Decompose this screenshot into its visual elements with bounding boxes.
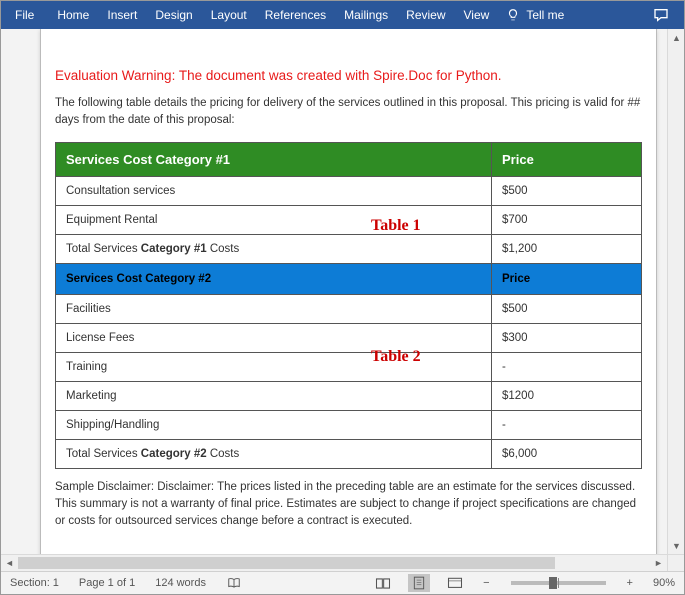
scroll-up-icon[interactable]: ▲ xyxy=(668,29,684,46)
scroll-left-icon[interactable]: ◄ xyxy=(1,555,18,572)
evaluation-warning: Evaluation Warning: The document was cre… xyxy=(55,68,642,83)
zoom-slider[interactable] xyxy=(511,581,606,585)
scroll-down-icon[interactable]: ▼ xyxy=(668,537,684,554)
table-row: Total Services Category #1 Costs$1,200 xyxy=(56,235,642,264)
table-row: Shipping/Handling- xyxy=(56,411,642,440)
table-row: Total Services Category #2 Costs$6,000 xyxy=(56,440,642,469)
zoom-level[interactable]: 90% xyxy=(650,572,678,594)
web-layout-icon xyxy=(447,577,463,590)
col-header-category1: Services Cost Category #1 xyxy=(56,143,492,177)
horizontal-scrollbar[interactable]: ◄ ► xyxy=(1,554,684,571)
workspace: Evaluation Warning: The document was cre… xyxy=(1,29,684,571)
comments-button[interactable] xyxy=(638,1,684,29)
scroll-corner xyxy=(667,555,684,572)
table-row: Facilities$500 xyxy=(56,295,642,324)
tab-layout[interactable]: Layout xyxy=(202,1,256,29)
document-scroll[interactable]: Evaluation Warning: The document was cre… xyxy=(1,29,684,554)
col-header-category2: Services Cost Category #2 xyxy=(56,264,492,295)
zoom-in-button[interactable]: + xyxy=(624,572,636,594)
zoom-slider-handle[interactable] xyxy=(549,577,557,589)
scroll-right-icon[interactable]: ► xyxy=(650,555,667,572)
tab-home[interactable]: Home xyxy=(48,1,98,29)
tab-mailings[interactable]: Mailings xyxy=(335,1,397,29)
status-section[interactable]: Section: 1 xyxy=(7,572,62,594)
zoom-out-button[interactable]: − xyxy=(480,572,492,594)
speech-bubble-icon xyxy=(652,7,670,23)
tab-view[interactable]: View xyxy=(455,1,499,29)
table-row: Training- xyxy=(56,353,642,382)
services-table: Services Cost Category #1 Price Consulta… xyxy=(55,142,642,469)
tab-references[interactable]: References xyxy=(256,1,335,29)
tab-file[interactable]: File xyxy=(1,1,48,29)
lightbulb-icon xyxy=(506,8,520,22)
tell-me[interactable]: Tell me xyxy=(498,1,572,29)
tell-me-label: Tell me xyxy=(526,8,564,22)
status-words[interactable]: 124 words xyxy=(152,572,209,594)
disclaimer-text: Sample Disclaimer: Disclaimer: The price… xyxy=(55,479,642,529)
col-header-price2: Price xyxy=(492,264,642,295)
read-mode-icon xyxy=(375,577,391,590)
tab-insert[interactable]: Insert xyxy=(98,1,146,29)
tab-design[interactable]: Design xyxy=(146,1,201,29)
print-layout-icon xyxy=(412,576,426,590)
table-row: Marketing$1200 xyxy=(56,382,642,411)
book-open-icon xyxy=(226,576,242,590)
tab-review[interactable]: Review xyxy=(397,1,454,29)
view-print-layout[interactable] xyxy=(408,574,430,592)
view-read-mode[interactable] xyxy=(372,574,394,592)
table-row: Consultation services$500 xyxy=(56,177,642,206)
vertical-scrollbar[interactable]: ▲ ▼ xyxy=(667,29,684,554)
table-row: Equipment Rental$700 xyxy=(56,206,642,235)
table-row: License Fees$300 xyxy=(56,324,642,353)
status-bar: Section: 1 Page 1 of 1 124 words − + 90% xyxy=(1,571,684,594)
col-header-price1: Price xyxy=(492,143,642,177)
intro-text: The following table details the pricing … xyxy=(55,95,642,128)
ribbon-tabs: File Home Insert Design Layout Reference… xyxy=(1,1,684,29)
spellcheck-button[interactable] xyxy=(223,572,245,594)
status-page[interactable]: Page 1 of 1 xyxy=(76,572,138,594)
document-page: Evaluation Warning: The document was cre… xyxy=(40,29,657,571)
view-web-layout[interactable] xyxy=(444,574,466,592)
hscroll-thumb[interactable] xyxy=(18,557,555,569)
